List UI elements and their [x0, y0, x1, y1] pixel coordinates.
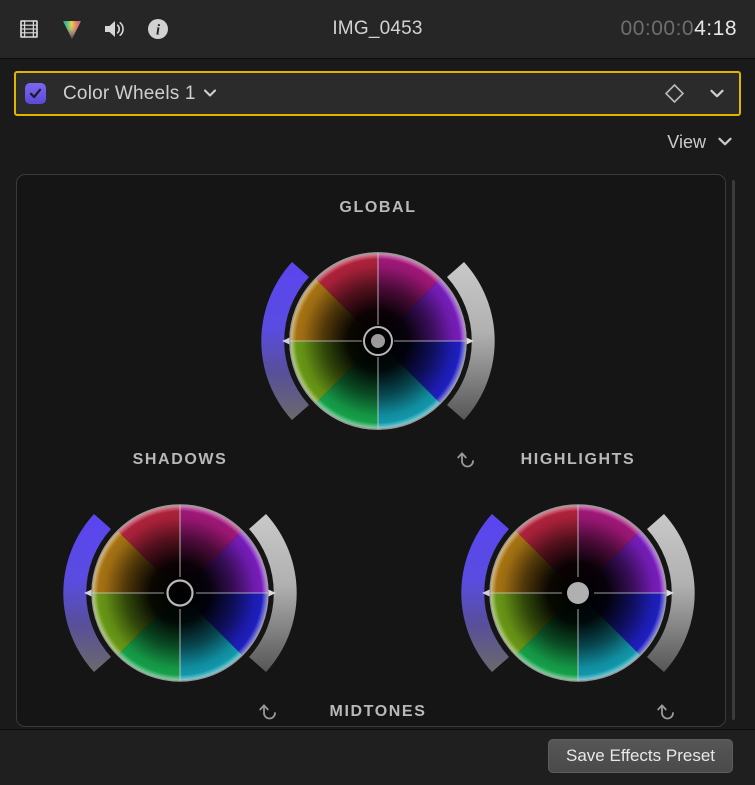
- inspector-tab-icons: i: [0, 16, 171, 42]
- view-menu-label: View: [667, 132, 706, 152]
- color-triangle-icon[interactable]: [59, 16, 85, 42]
- effect-header-row[interactable]: Color Wheels 1: [14, 71, 741, 116]
- wheel-stage-shadows[interactable]: [45, 475, 315, 711]
- view-menu[interactable]: View: [667, 132, 733, 153]
- reset-button-highlights[interactable]: [655, 699, 681, 725]
- panel-scrollbar[interactable]: [732, 180, 735, 720]
- info-icon[interactable]: i: [145, 16, 171, 42]
- wheel-label-shadows: SHADOWS: [132, 451, 228, 468]
- inspector-bottom-bar: Save Effects Preset: [0, 729, 755, 785]
- speaker-icon[interactable]: [102, 16, 128, 42]
- reset-arrow-icon: [657, 704, 674, 720]
- hue-disc-shadows: [91, 504, 269, 682]
- effect-name-menu[interactable]: Color Wheels 1: [63, 83, 217, 105]
- wheel-stage-highlights[interactable]: [443, 475, 713, 711]
- chevron-down-icon: [203, 88, 217, 98]
- color-wheels-panel: GLOBAL SHADOWS HIGHLIGHTS MIDTONES: [16, 174, 726, 727]
- chevron-down-icon: [717, 134, 733, 152]
- timecode-display[interactable]: 00:00:04:18: [621, 17, 737, 41]
- film-strip-icon[interactable]: [16, 16, 42, 42]
- color-puck-highlights: [567, 582, 589, 604]
- timecode-dim-prefix: 00:00:0: [620, 17, 695, 40]
- effect-enable-checkbox[interactable]: [25, 83, 46, 104]
- svg-text:i: i: [156, 23, 160, 39]
- effect-name-label: Color Wheels 1: [63, 82, 196, 104]
- color-wheel-midtones: MIDTONES: [243, 703, 513, 726]
- save-effects-preset-button[interactable]: Save Effects Preset: [548, 739, 733, 773]
- color-wheel-global: GLOBAL: [243, 199, 513, 469]
- color-wheel-highlights: HIGHLIGHTS: [443, 451, 713, 721]
- inspector-top-bar: i IMG_0453 00:00:04:18: [0, 0, 755, 59]
- diamond-keyframe-icon[interactable]: [664, 83, 685, 104]
- effect-disclosure-chevron-down-icon[interactable]: [709, 88, 725, 99]
- timecode-active: 4:18: [694, 17, 737, 40]
- wheel-label-global: GLOBAL: [339, 199, 417, 216]
- wheel-label-highlights: HIGHLIGHTS: [520, 451, 636, 468]
- wheel-stage-global[interactable]: [243, 223, 513, 459]
- wheel-label-midtones: MIDTONES: [329, 703, 427, 720]
- checkmark-icon: [29, 88, 42, 99]
- color-wheel-shadows: SHADOWS: [45, 451, 315, 721]
